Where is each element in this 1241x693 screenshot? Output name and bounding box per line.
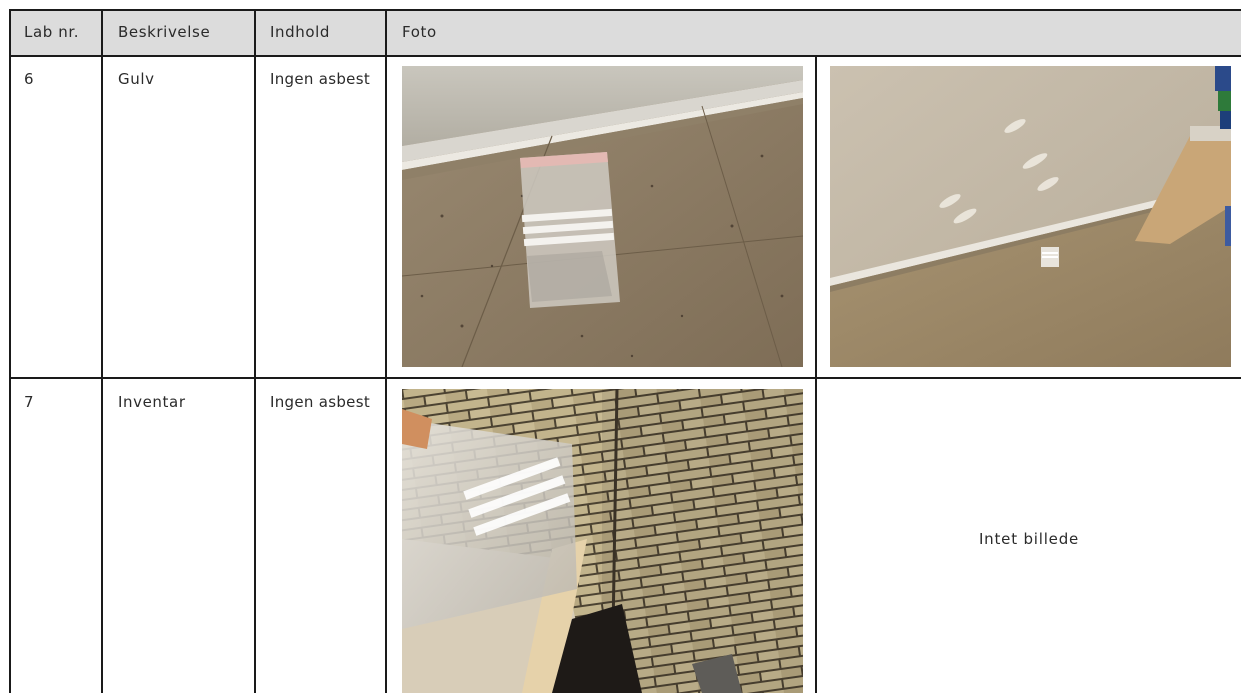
row-7-content: Ingen asbest [270, 393, 371, 411]
grid-line [815, 56, 817, 693]
grid-line [385, 9, 387, 693]
header-photo: Foto [402, 23, 437, 41]
photo-sample-bag-floor [402, 66, 803, 367]
grid-line [9, 9, 1241, 11]
brick-photo-image [402, 389, 803, 693]
grid-line [9, 55, 1241, 57]
wall-photo-image [830, 66, 1231, 367]
grid-line [254, 9, 256, 693]
row-6-description: Gulv [118, 70, 155, 88]
no-photo-placeholder: Intet billede [978, 530, 1080, 548]
header-description: Beskrivelse [118, 23, 211, 41]
row-6-content: Ingen asbest [270, 70, 371, 88]
grid-line [101, 9, 103, 693]
photo-sample-bag-brick-wall [402, 389, 803, 693]
header-lab-nr: Lab nr. [24, 23, 80, 41]
row-6-lab-nr: 6 [24, 70, 35, 88]
header-content: Indhold [270, 23, 331, 41]
grid-line [9, 9, 11, 693]
photo-wall-floor [830, 66, 1231, 367]
grid-line [9, 377, 1241, 379]
row-7-lab-nr: 7 [24, 393, 35, 411]
sample-table: Lab nr. Beskrivelse Indhold Foto 6 Gulv … [0, 0, 1241, 693]
floor-photo-image [402, 66, 803, 367]
row-7-description: Inventar [118, 393, 186, 411]
